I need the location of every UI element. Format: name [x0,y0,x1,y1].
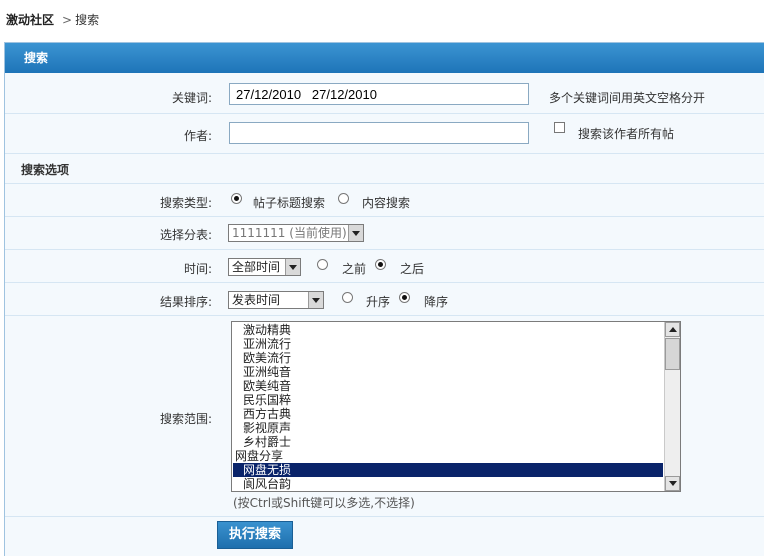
scope-label: 搜索范围: [159,412,212,426]
scope-option[interactable]: 欧美纯音 [233,379,663,393]
chevron-down-icon [285,259,300,275]
scope-option[interactable]: 网盘无损 [233,463,663,477]
scope-option[interactable]: 阆风台韵 [233,477,663,491]
scope-option[interactable]: 西方古典 [233,407,663,421]
breadcrumb-home-link[interactable]: 激动社区 [6,13,54,27]
search-panel: 搜索 关键词: 多个关键词间用英文空格分开 作者: 搜索该作者所有帖 搜索选项 … [4,42,764,556]
author-label: 作者: [183,129,212,143]
sort-asc-radio[interactable] [342,292,353,303]
keyword-hint: 多个关键词间用英文空格分开 [549,91,706,105]
scroll-down-icon[interactable] [665,476,680,491]
time-select[interactable]: 全部时间 [228,258,301,276]
submit-search-button[interactable]: 执行搜索 [217,521,293,549]
chevron-down-icon [348,225,363,241]
scope-scrollbar[interactable] [664,322,680,491]
scope-option[interactable]: 亚洲纯音 [233,365,663,379]
author-all-posts-checkbox[interactable] [554,122,565,133]
search-type-content-label: 内容搜索 [362,196,411,210]
time-before-label: 之前 [342,262,367,276]
scope-option[interactable]: 乡村爵士 [233,435,663,449]
scope-option[interactable]: 影视原声 [233,421,663,435]
search-type-title-label: 帖子标题搜索 [253,196,326,210]
breadcrumb: 激动社区 > 搜索 [6,12,99,28]
category-label: 选择分表: [159,228,212,242]
sort-row: 结果排序: 发表时间 升序 降序 [5,282,764,316]
search-type-title-radio[interactable] [231,193,242,204]
author-all-posts-label: 搜索该作者所有帖 [578,127,675,141]
panel-header: 搜索 [5,43,764,73]
search-type-row: 搜索类型: 帖子标题搜索 内容搜索 [5,183,764,217]
scope-option[interactable]: 亚洲流行 [233,337,663,351]
sort-select[interactable]: 发表时间 [228,291,324,309]
time-after-label: 之后 [400,262,425,276]
category-select-value: 1111111 (当前使用) [232,226,347,240]
sort-asc-label: 升序 [366,295,391,309]
sort-desc-radio[interactable] [399,292,410,303]
sort-label: 结果排序: [159,295,212,309]
keyword-row: 关键词: 多个关键词间用英文空格分开 [5,73,764,113]
panel-title: 搜索 [24,51,49,65]
breadcrumb-current: 搜索 [75,13,100,27]
options-title: 搜索选项 [21,163,70,177]
sort-select-value: 发表时间 [232,293,281,307]
options-section: 搜索选项 [5,153,764,184]
scope-option[interactable]: 民乐国粹 [233,393,663,407]
category-row: 选择分表: 1111111 (当前使用) [5,216,764,250]
scroll-up-icon[interactable] [665,322,680,337]
scope-group-option[interactable]: 网盘分享 [233,449,663,463]
search-type-content-radio[interactable] [338,193,349,204]
keyword-label: 关键词: [171,91,212,105]
time-select-value: 全部时间 [232,260,281,274]
category-select[interactable]: 1111111 (当前使用) [228,224,364,242]
scroll-thumb[interactable] [665,338,680,370]
keyword-input[interactable] [229,83,529,105]
scope-option[interactable]: 欧美流行 [233,351,663,365]
time-label: 时间: [183,262,212,276]
chevron-down-icon [308,292,323,308]
breadcrumb-separator: > [62,13,73,27]
sort-desc-label: 降序 [424,295,449,309]
time-after-radio[interactable] [375,259,386,270]
scope-listbox[interactable]: 激动精典 亚洲流行 欧美流行 亚洲纯音 欧美纯音 民乐国粹 西方古典 影视原声 乡村爵士 网盘分享… [231,321,681,492]
time-row: 时间: 全部时间 之前 之后 [5,249,764,283]
scope-row: 搜索范围: 激动精典 亚洲流行 欧美流行 亚洲纯音 欧美纯音 民乐国粹 西方古典 影视原声 乡村… [5,315,764,517]
submit-row: 执行搜索 [5,516,764,556]
search-type-label: 搜索类型: [159,196,212,210]
scope-tip: (按Ctrl或Shift键可以多选,不选择) [233,496,415,510]
scope-option[interactable]: 激动精典 [233,323,663,337]
author-input[interactable] [229,122,529,144]
author-row: 作者: 搜索该作者所有帖 [5,113,764,154]
time-before-radio[interactable] [317,259,328,270]
